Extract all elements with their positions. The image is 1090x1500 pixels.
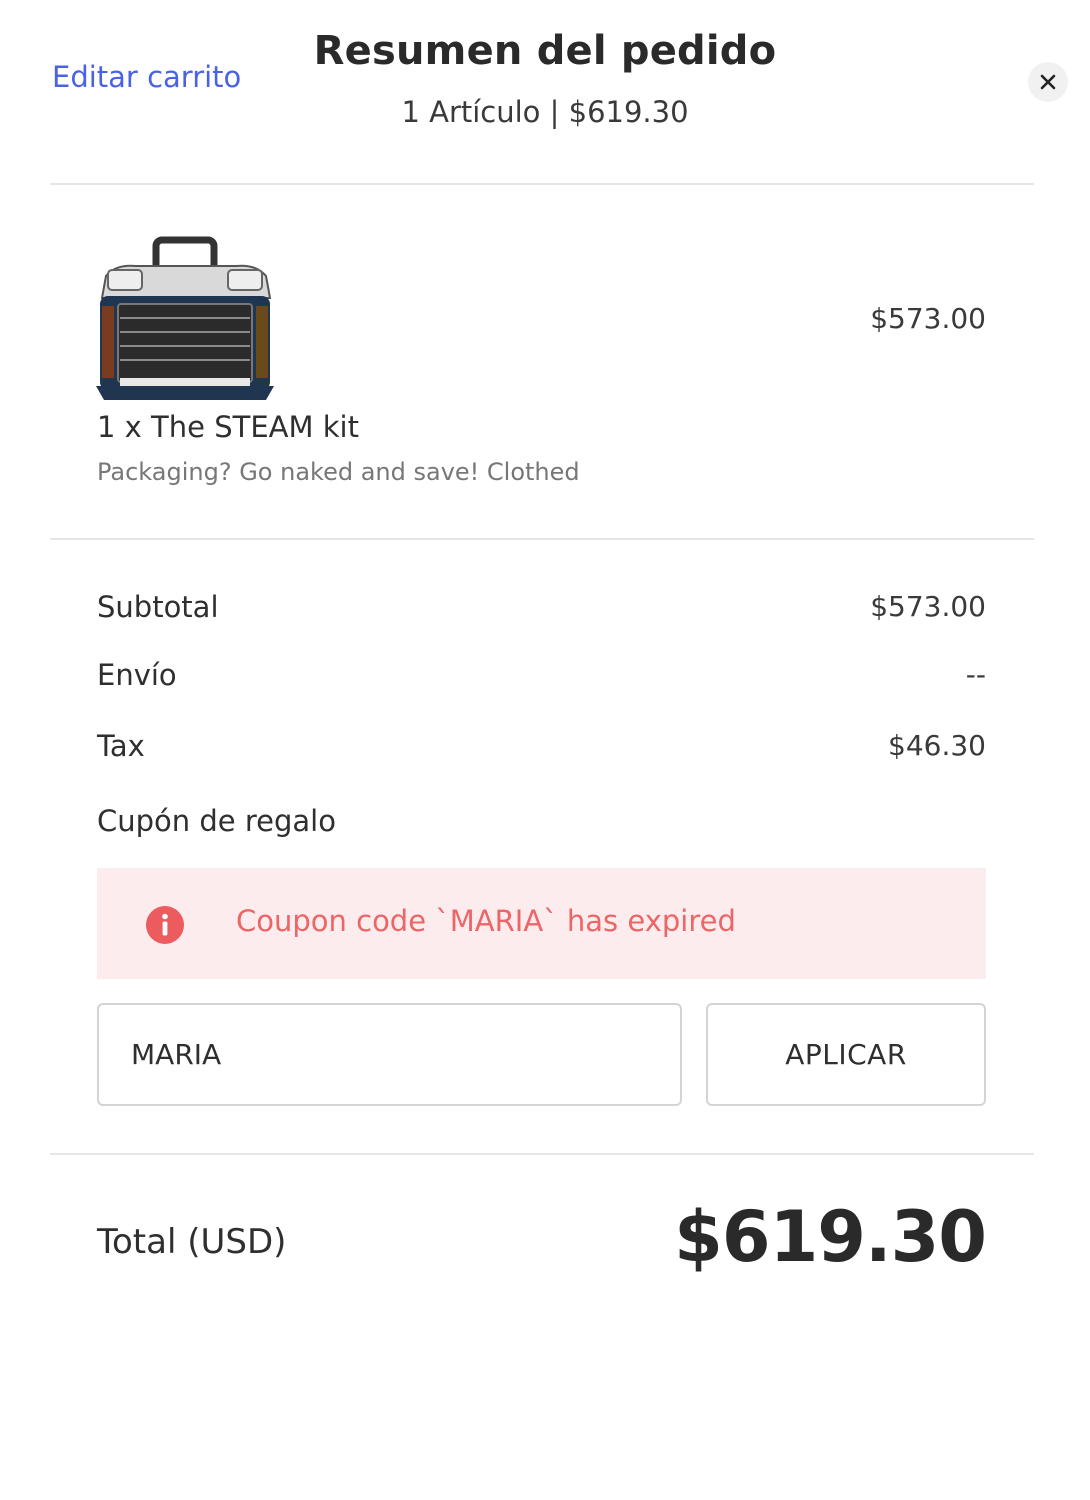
order-subtitle: 1 Artículo | $619.30 xyxy=(401,95,689,129)
total-label: Total (USD) xyxy=(97,1222,287,1262)
tax-value: $46.30 xyxy=(888,729,986,762)
coupon-error-alert: Coupon code `MARIA` has expired xyxy=(97,868,986,979)
total-value: $619.30 xyxy=(674,1196,987,1278)
product-image xyxy=(96,236,274,400)
page-title: Resumen del pedido xyxy=(313,28,777,74)
order-summary-panel: Editar carrito Resumen del pedido 1 Artí… xyxy=(0,0,1090,1500)
coupon-error-message: Coupon code `MARIA` has expired xyxy=(236,904,736,938)
tax-label: Tax xyxy=(97,729,145,763)
shipping-value: -- xyxy=(965,658,986,691)
divider xyxy=(50,1153,1034,1155)
item-name: 1 x The STEAM kit xyxy=(97,410,359,444)
divider xyxy=(50,538,1034,540)
shipping-label: Envío xyxy=(97,658,177,692)
item-option: Packaging? Go naked and save! Clothed xyxy=(97,458,580,486)
info-icon xyxy=(146,906,184,944)
coupon-label: Cupón de regalo xyxy=(97,804,336,838)
close-button[interactable] xyxy=(1028,62,1068,102)
apply-coupon-button[interactable]: APLICAR xyxy=(706,1003,986,1106)
item-price: $573.00 xyxy=(870,302,986,335)
coupon-code-input[interactable] xyxy=(97,1003,682,1106)
subtotal-label: Subtotal xyxy=(97,590,219,624)
close-icon xyxy=(1040,74,1056,90)
divider xyxy=(50,183,1034,185)
subtotal-value: $573.00 xyxy=(870,590,986,623)
